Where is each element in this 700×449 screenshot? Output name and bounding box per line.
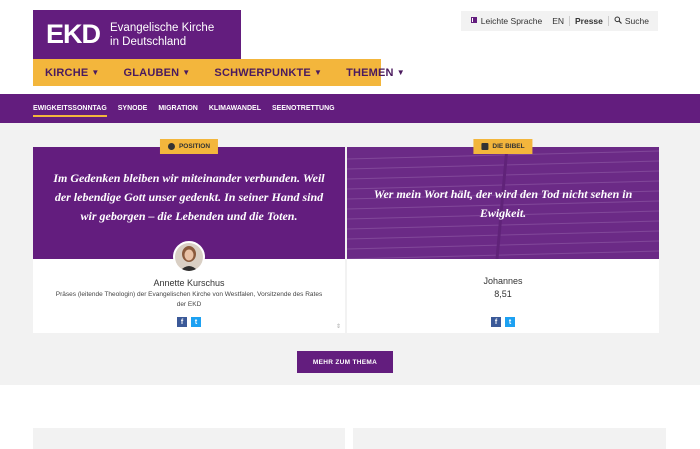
- logo-mark: EKD: [46, 19, 101, 49]
- twitter-icon[interactable]: t: [505, 317, 515, 327]
- chevron-down-icon: ▼: [313, 68, 323, 77]
- nav-label: SCHWERPUNKTE: [214, 66, 311, 79]
- subnav-item-migration[interactable]: MIGRATION: [158, 105, 203, 112]
- person-role: Präses (leitende Theologin) der Evangeli…: [55, 291, 323, 308]
- chevron-down-icon: ▼: [91, 68, 100, 77]
- nav-label: THEMEN: [346, 66, 394, 79]
- person-name: Annette Kurschus: [153, 278, 225, 288]
- nav-label: KIRCHE: [45, 66, 89, 79]
- search-label: Suche: [624, 16, 649, 26]
- subnav-item-seenotrettung[interactable]: SEENOTRETTUNG: [272, 105, 340, 112]
- search-icon: [614, 16, 622, 26]
- english-link[interactable]: EN: [547, 16, 569, 26]
- nav-item-themen[interactable]: THEMEN ▼: [334, 67, 417, 79]
- logo-line2: in Deutschland: [110, 35, 187, 48]
- position-tag-label: POSITION: [178, 143, 211, 150]
- easy-language-link[interactable]: Leichte Sprache: [465, 16, 547, 26]
- easy-language-label: Leichte Sprache: [480, 16, 543, 26]
- next-section-block: [33, 428, 345, 449]
- bible-book: Johannes: [483, 276, 523, 286]
- nav-item-kirche[interactable]: KIRCHE ▼: [33, 67, 112, 79]
- facebook-icon[interactable]: f: [491, 317, 501, 327]
- position-quote: Im Gedenken bleiben wir miteinander verb…: [53, 171, 325, 223]
- sub-nav: EWIGKEITSSONNTAG SYNODE MIGRATION KLIMAW…: [0, 94, 700, 123]
- logo-text: Evangelische Kirche in Deutschland: [110, 21, 214, 49]
- nav-label: GLAUBEN: [123, 66, 180, 79]
- position-tag: POSITION: [159, 139, 219, 154]
- more-on-topic-button[interactable]: MEHR ZUM THEMA: [297, 351, 393, 373]
- speech-icon: [167, 143, 175, 150]
- next-section-block: [353, 428, 666, 449]
- quote-panel: Wer mein Wort hält, der wird den Tod nic…: [347, 147, 659, 259]
- press-link[interactable]: Presse: [570, 16, 608, 26]
- bible-tag: DIE BIBEL: [473, 139, 533, 154]
- bible-icon: [481, 143, 489, 150]
- avatar: [173, 241, 205, 273]
- press-label: Presse: [575, 16, 603, 26]
- scroll-indicator-icon: ⇕: [335, 324, 341, 330]
- page: EKD Evangelische Kirche in Deutschland L…: [0, 0, 700, 449]
- bible-card: Wer mein Wort hält, der wird den Tod nic…: [347, 139, 659, 333]
- english-label: EN: [552, 16, 564, 26]
- position-card: Im Gedenken bleiben wir miteinander verb…: [33, 139, 345, 333]
- search-link[interactable]: Suche: [609, 16, 654, 26]
- ekd-logo[interactable]: EKD Evangelische Kirche in Deutschland: [33, 10, 241, 59]
- twitter-icon[interactable]: t: [191, 317, 201, 327]
- bible-tag-label: DIE BIBEL: [492, 143, 525, 150]
- share-buttons: f t: [177, 317, 201, 327]
- nav-item-schwerpunkte[interactable]: SCHWERPUNKTE ▼: [202, 67, 334, 79]
- subnav-item-klimawandel[interactable]: KLIMAWANDEL: [209, 105, 266, 112]
- logo-line1: Evangelische Kirche: [110, 21, 215, 34]
- chevron-down-icon: ▼: [182, 68, 191, 77]
- bible-quote: Wer mein Wort hält, der wird den Tod nic…: [373, 187, 633, 220]
- facebook-icon[interactable]: f: [177, 317, 187, 327]
- utility-bar: Leichte Sprache EN Presse Suche: [460, 11, 658, 31]
- subnav-item-ewigkeitssonntag[interactable]: EWIGKEITSSONNTAG: [33, 105, 112, 117]
- subnav-item-synode[interactable]: SYNODE: [118, 105, 153, 112]
- book-icon: [470, 16, 478, 26]
- bible-reference: 8,51: [494, 289, 512, 299]
- share-buttons: f t: [491, 317, 515, 327]
- nav-item-glauben[interactable]: GLAUBEN ▼: [112, 67, 203, 79]
- main-nav: KIRCHE ▼ GLAUBEN ▼ SCHWERPUNKTE ▼ THEMEN ▼: [33, 59, 405, 86]
- chevron-down-icon: ▼: [396, 68, 405, 77]
